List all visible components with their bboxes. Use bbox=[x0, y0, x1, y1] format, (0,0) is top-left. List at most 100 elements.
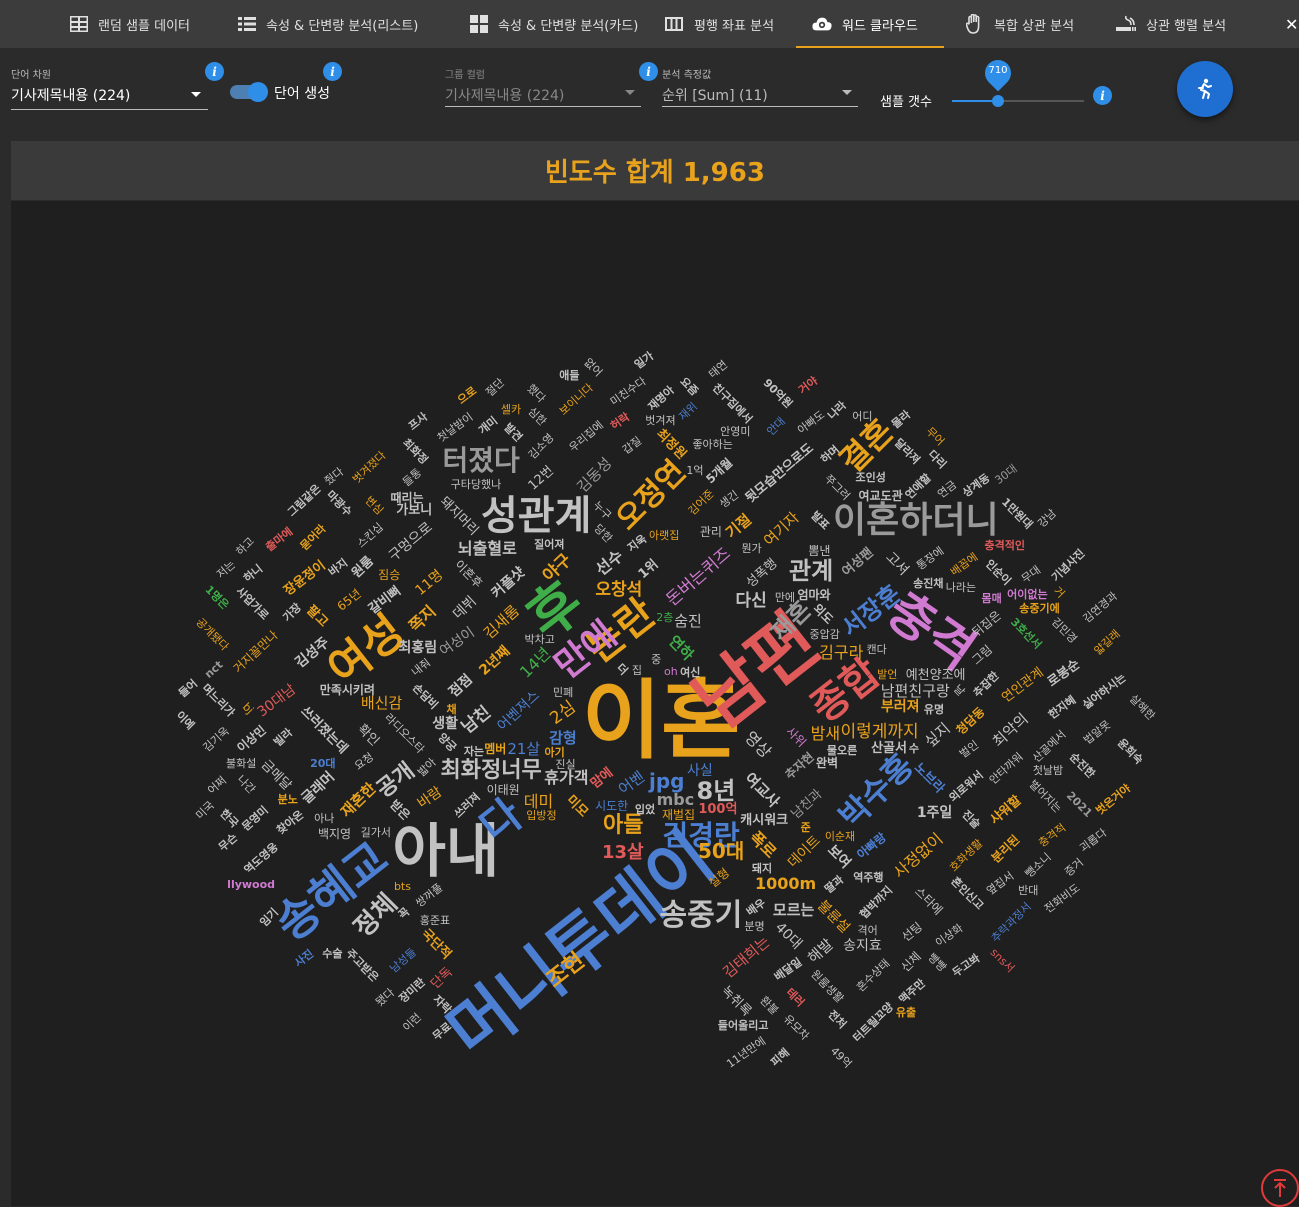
grid-icon bbox=[470, 14, 488, 34]
cloud-word: 보이니다 bbox=[557, 381, 596, 418]
cloud-word: 몰라 bbox=[889, 407, 914, 431]
cloud-word: 사실 bbox=[686, 763, 713, 780]
cloud-word: jpg bbox=[649, 769, 685, 793]
cloud-word: 협박까지 bbox=[857, 883, 895, 922]
cloud-word: 돈버는퀴즈 bbox=[663, 544, 736, 611]
cloud-word: 확인 bbox=[353, 721, 382, 750]
cloud-word: 재벌집 bbox=[661, 807, 696, 822]
sample-count-slider[interactable] bbox=[952, 100, 1084, 102]
cloud-word: 들어올리고 bbox=[717, 1019, 769, 1033]
tab-word-cloud[interactable]: 워드 클라우드 bbox=[796, 0, 944, 48]
info-icon[interactable]: i bbox=[205, 62, 224, 81]
cloud-word: 아나 bbox=[314, 811, 335, 825]
cloud-word: 심한 bbox=[525, 404, 549, 429]
cloud-word: 8년 bbox=[696, 777, 736, 805]
cloud-word: 벗은거야 bbox=[1093, 781, 1134, 817]
cloud-word: 이혼하더니 bbox=[833, 500, 999, 541]
run-button[interactable] bbox=[1177, 61, 1233, 117]
info-icon[interactable]: i bbox=[323, 62, 342, 81]
cloud-word: 옆집서 bbox=[984, 869, 1017, 898]
cloud-word: 만에 bbox=[774, 591, 796, 605]
cloud-word: 선수 bbox=[591, 546, 627, 580]
cloud-word: 무어 bbox=[923, 425, 948, 449]
cloud-word: 민폐 bbox=[553, 685, 574, 699]
cloud-word: 백지영 bbox=[317, 826, 352, 841]
cloud-word: 이상화 bbox=[933, 921, 966, 950]
cloud-word: 김연경과 bbox=[1080, 589, 1120, 626]
cloud-word: 쌍꺼풀 bbox=[413, 880, 446, 910]
tab-parallel[interactable]: 평행 좌표 분석 bbox=[636, 0, 796, 48]
cloud-word: 스킨십 bbox=[354, 520, 386, 551]
scroll-top-button[interactable] bbox=[1261, 1169, 1299, 1207]
cloud-word: 폭로 bbox=[745, 827, 780, 862]
cloud-word: 추락과정서 bbox=[989, 899, 1035, 945]
cloud-word: 어쩌 bbox=[205, 774, 230, 798]
cloud-word: 40대 bbox=[772, 919, 806, 953]
tab-label: 복합 상관 분석 bbox=[994, 18, 1075, 34]
cloud-word: 무슨 bbox=[216, 831, 240, 855]
cloud-word: 어디 bbox=[852, 409, 873, 423]
cloud-word: 이예 bbox=[172, 709, 197, 733]
tab-label: 상관 행렬 분석 bbox=[1146, 18, 1227, 34]
word-dimension-value: 기사제목내용 (224) bbox=[11, 88, 131, 104]
cloud-word: 분노 bbox=[277, 792, 298, 806]
cloud-word: 재혼한 bbox=[337, 778, 380, 821]
columns-icon bbox=[664, 14, 684, 34]
cloud-word: 21살 bbox=[507, 740, 541, 759]
cloud-word: 김동성 bbox=[573, 454, 616, 497]
info-icon[interactable]: i bbox=[1093, 86, 1112, 105]
cloud-word: 첫날밤 bbox=[1032, 764, 1064, 778]
cloud-word: 당한 bbox=[591, 521, 615, 546]
cloud-word: 남친과 bbox=[788, 786, 826, 822]
cloud-word: 짐승 bbox=[378, 568, 401, 583]
tab-attr-card[interactable]: 속성 & 단변량 분석(카드) bbox=[406, 0, 638, 48]
tab-attr-list[interactable]: 속성 & 단변량 분석(리스트) bbox=[172, 0, 418, 48]
cloud-word: 배우 bbox=[743, 896, 768, 920]
cloud-word: 2층 bbox=[656, 611, 674, 625]
word-dimension-select[interactable]: 단어 차원 기사제목내용 (224) bbox=[11, 66, 208, 111]
info-icon[interactable]: i bbox=[639, 62, 658, 81]
cloud-word: 갑질 bbox=[619, 433, 644, 457]
cloud-word: 거 bbox=[1051, 584, 1068, 601]
tab-complex-corr[interactable]: 복합 상관 분석 bbox=[944, 0, 1096, 48]
close-icon[interactable]: ✕ bbox=[1285, 0, 1299, 48]
cloud-word: 해발 bbox=[803, 935, 837, 968]
cloud-word: 그림같은 bbox=[285, 481, 324, 519]
word-generation-toggle[interactable] bbox=[230, 82, 268, 102]
word-cloud: 이혼 남편 머니투데이 아내 송혜교 후 충격 성관계 여성 논란 만에 종합 이혼하더니 결혼 공개 오정연… bbox=[11, 201, 1299, 1206]
cloud-word: 분리된 bbox=[989, 831, 1023, 866]
word-cloud-panel: 빈도수 합계 1,963 이혼 남편 머니투데이 아내 송혜교 후 충격 성관계 여성 논란 만에 종… bbox=[11, 141, 1299, 1206]
slider-thumb[interactable] bbox=[992, 95, 1004, 107]
cloud-word: 성관계 bbox=[481, 493, 592, 539]
measure-label: 분석 측정값 bbox=[662, 70, 712, 81]
tab-corr-matrix[interactable]: 상관 행렬 분석 bbox=[1096, 0, 1246, 48]
cloud-word: oh bbox=[663, 665, 678, 679]
cloud-word: 2021 bbox=[1064, 789, 1095, 820]
measure-select[interactable]: 분석 측정값 순위 [Sum] (11) bbox=[662, 66, 858, 108]
cloud-word: 고셔 bbox=[882, 548, 912, 579]
cloud-word: 홍준표 bbox=[419, 914, 451, 928]
cloud-word: 인순이 bbox=[982, 557, 1014, 589]
cloud-word: 혼수상태 bbox=[853, 957, 893, 995]
cloud-word: 입었 bbox=[634, 802, 656, 816]
tab-bar: 랜덤 샘플 데이터 속성 & 단변량 분석(리스트) 속성 & 단변량 분석(카… bbox=[0, 0, 1299, 48]
cloud-word: 묻어라 bbox=[297, 522, 329, 553]
cloud-word: 가장 bbox=[280, 600, 304, 625]
cloud-word: 박차고 bbox=[524, 632, 555, 646]
cloud-word: 준 bbox=[800, 820, 811, 834]
tab-random-sample[interactable]: 랜덤 샘플 데이터 bbox=[0, 0, 190, 48]
cloud-word: 데이트 bbox=[785, 832, 825, 872]
cloud-word: 20대 bbox=[310, 757, 336, 771]
cloud-word: 예천양조에 bbox=[905, 668, 966, 684]
tab-label: 워드 클라우드 bbox=[842, 18, 918, 34]
cloud-word: 돼지머리 bbox=[436, 494, 481, 539]
cloud-word: 통장에 bbox=[913, 544, 947, 573]
group-column-select[interactable]: 그룹 컬럼 기사제목내용 (224) bbox=[445, 66, 641, 108]
cloud-word: 전처 bbox=[825, 1007, 849, 1032]
cloud-word: 뽐낸 bbox=[808, 543, 831, 558]
cloud-word: 절단 bbox=[483, 375, 508, 400]
cloud-word: 뒤집은 bbox=[969, 608, 1004, 640]
cloud-word: 혼인신고 bbox=[948, 874, 987, 913]
cloud-word: 오창석 bbox=[595, 580, 643, 601]
cloud-word: 하니 bbox=[241, 561, 266, 585]
